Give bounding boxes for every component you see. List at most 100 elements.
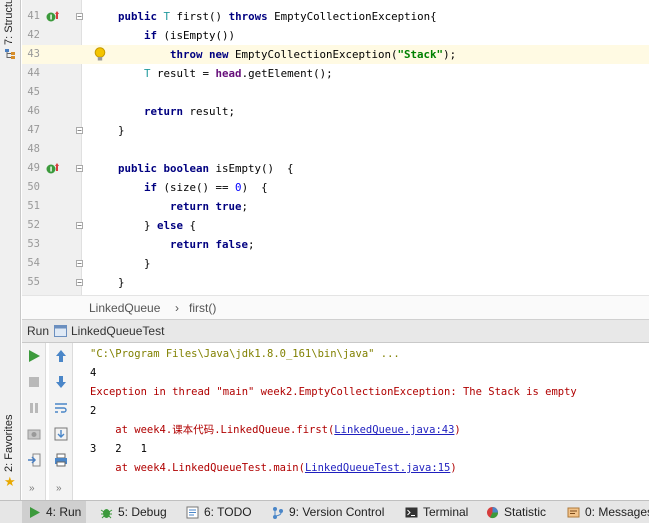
line-number[interactable]: 48 — [22, 140, 40, 159]
tab-debug[interactable]: 5: Debug — [94, 501, 172, 523]
breadcrumb-class[interactable]: LinkedQueue — [89, 296, 160, 320]
line-number[interactable]: 42 — [22, 26, 40, 45]
structure-tab[interactable]: 7: Structure — [3, 0, 15, 45]
fold-marker-icon[interactable] — [76, 127, 83, 134]
line-number[interactable]: 47 — [22, 121, 40, 140]
line-number[interactable]: 53 — [22, 235, 40, 254]
exit-icon[interactable] — [27, 453, 41, 467]
print-icon[interactable] — [54, 453, 68, 467]
code-line[interactable]: 45 — [22, 83, 649, 102]
code-text: } else { — [92, 216, 196, 235]
code-line[interactable]: 55 } — [22, 273, 649, 292]
code-line[interactable]: 51 return true; — [22, 197, 649, 216]
code-token: if — [144, 181, 164, 194]
more-actions-icon[interactable]: » — [29, 483, 43, 497]
code-line[interactable]: 48 — [22, 140, 649, 159]
code-token: isEmpty() { — [215, 162, 294, 175]
line-number[interactable]: 50 — [22, 178, 40, 197]
code-token: } — [92, 219, 158, 232]
breadcrumb-method[interactable]: first() — [189, 296, 216, 320]
code-text: throw new EmptyCollectionException("Stac… — [92, 45, 456, 64]
line-number[interactable]: 52 — [22, 216, 40, 235]
tab-messages[interactable]: 0: Messages — [561, 501, 649, 523]
fold-marker-icon[interactable] — [76, 222, 83, 229]
code-line[interactable]: 43 throw new EmptyCollectionException("S… — [22, 45, 649, 64]
code-token: throws — [228, 10, 275, 23]
tab-version-control[interactable]: 9: Version Control — [265, 501, 385, 523]
pause-icon[interactable] — [27, 401, 41, 415]
code-line[interactable]: 47 } — [22, 121, 649, 140]
code-line[interactable]: 52 } else { — [22, 216, 649, 235]
stack-trace-link-2[interactable]: LinkedQueueTest.java:15 — [305, 462, 450, 474]
stop-icon[interactable] — [27, 375, 41, 389]
console-output-line-2: 2 — [90, 405, 97, 417]
trace-close: ) — [454, 424, 461, 436]
code-token: ; — [248, 238, 255, 251]
code-text: if (size() == 0) { — [92, 178, 268, 197]
code-text: public boolean isEmpty() { — [92, 159, 294, 178]
tab-todo[interactable]: 6: TODO — [180, 501, 252, 523]
code-line[interactable]: 53 return false; — [22, 235, 649, 254]
console-output[interactable]: "C:\Program Files\Java\jdk1.8.0_161\bin\… — [77, 343, 649, 500]
tab-terminal[interactable]: Terminal — [399, 501, 471, 523]
rerun-icon[interactable] — [27, 349, 41, 363]
code-line[interactable]: 49 I public boolean isEmpty() { — [22, 159, 649, 178]
structure-icon[interactable] — [4, 48, 16, 60]
stack-trace-link-1[interactable]: LinkedQueue.java:43 — [334, 424, 454, 436]
code-token: ); — [443, 48, 457, 61]
breadcrumb: LinkedQueue › first() — [22, 295, 649, 320]
code-token: { — [189, 219, 197, 232]
line-number[interactable]: 46 — [22, 102, 40, 121]
code-line[interactable]: 54 } — [22, 254, 649, 273]
line-number[interactable]: 43 — [22, 45, 40, 64]
code-line[interactable]: 44 T result = head.getElement(); — [22, 64, 649, 83]
fold-marker-icon[interactable] — [76, 165, 83, 172]
line-number[interactable]: 41 — [22, 7, 40, 26]
code-line[interactable]: 46 return result; — [22, 102, 649, 121]
code-line[interactable]: 50 if (size() == 0) { — [22, 178, 649, 197]
fold-marker-icon[interactable] — [76, 260, 83, 267]
code-text: return false; — [92, 235, 255, 254]
star-icon[interactable]: ★ — [4, 475, 16, 488]
line-number[interactable]: 45 — [22, 83, 40, 102]
run-tool-window-header: Run LinkedQueueTest — [22, 320, 649, 343]
code-editor[interactable]: 41 I public T first() throws EmptyCollect… — [22, 0, 649, 295]
dump-threads-icon[interactable] — [27, 427, 41, 441]
breadcrumb-separator: › — [175, 301, 179, 315]
tab-run[interactable]: 4: Run — [22, 501, 86, 523]
line-number[interactable]: 49 — [22, 159, 40, 178]
code-line[interactable]: 41 I public T first() throws EmptyCollect… — [22, 7, 649, 26]
soft-wrap-icon[interactable] — [54, 401, 68, 415]
vcs-icon — [273, 507, 283, 519]
more-actions-icon-2[interactable]: » — [56, 483, 70, 497]
code-token: ) { — [241, 181, 268, 194]
tab-messages-label: 0: Messages — [585, 505, 649, 519]
terminal-icon — [405, 507, 418, 518]
left-tool-stripe: 7: Structure 2: Favorites ★ — [0, 0, 21, 500]
arrow-down-icon[interactable] — [54, 375, 68, 389]
trace-method: .LinkedQueue.first( — [214, 424, 335, 436]
arrow-up-icon[interactable] — [54, 349, 68, 363]
console-stack-trace-1: at week4.课本代码.LinkedQueue.first(LinkedQu… — [90, 421, 461, 440]
code-token: T — [163, 10, 177, 23]
fold-marker-icon[interactable] — [76, 279, 83, 286]
code-token: } — [92, 276, 125, 289]
run-toolbar-secondary: » — [49, 343, 73, 500]
code-line[interactable]: 42 if (isEmpty()) — [22, 26, 649, 45]
statistic-icon — [487, 507, 499, 519]
line-number[interactable]: 44 — [22, 64, 40, 83]
line-number[interactable]: 54 — [22, 254, 40, 273]
line-number[interactable]: 51 — [22, 197, 40, 216]
favorites-tab[interactable]: 2: Favorites — [3, 402, 15, 472]
scroll-to-end-icon[interactable] — [54, 427, 68, 441]
line-number[interactable]: 55 — [22, 273, 40, 292]
console-output-line: 4 — [90, 367, 97, 379]
implements-method-icon[interactable]: I — [46, 10, 60, 23]
implements-method-icon[interactable]: I — [46, 162, 60, 175]
run-config-tab[interactable]: LinkedQueueTest — [71, 320, 164, 342]
tab-statistic[interactable]: Statistic — [480, 501, 552, 523]
fold-marker-icon[interactable] — [76, 13, 83, 20]
trace-package: 课本代码 — [172, 424, 215, 436]
code-token: .getElement(); — [241, 67, 333, 80]
